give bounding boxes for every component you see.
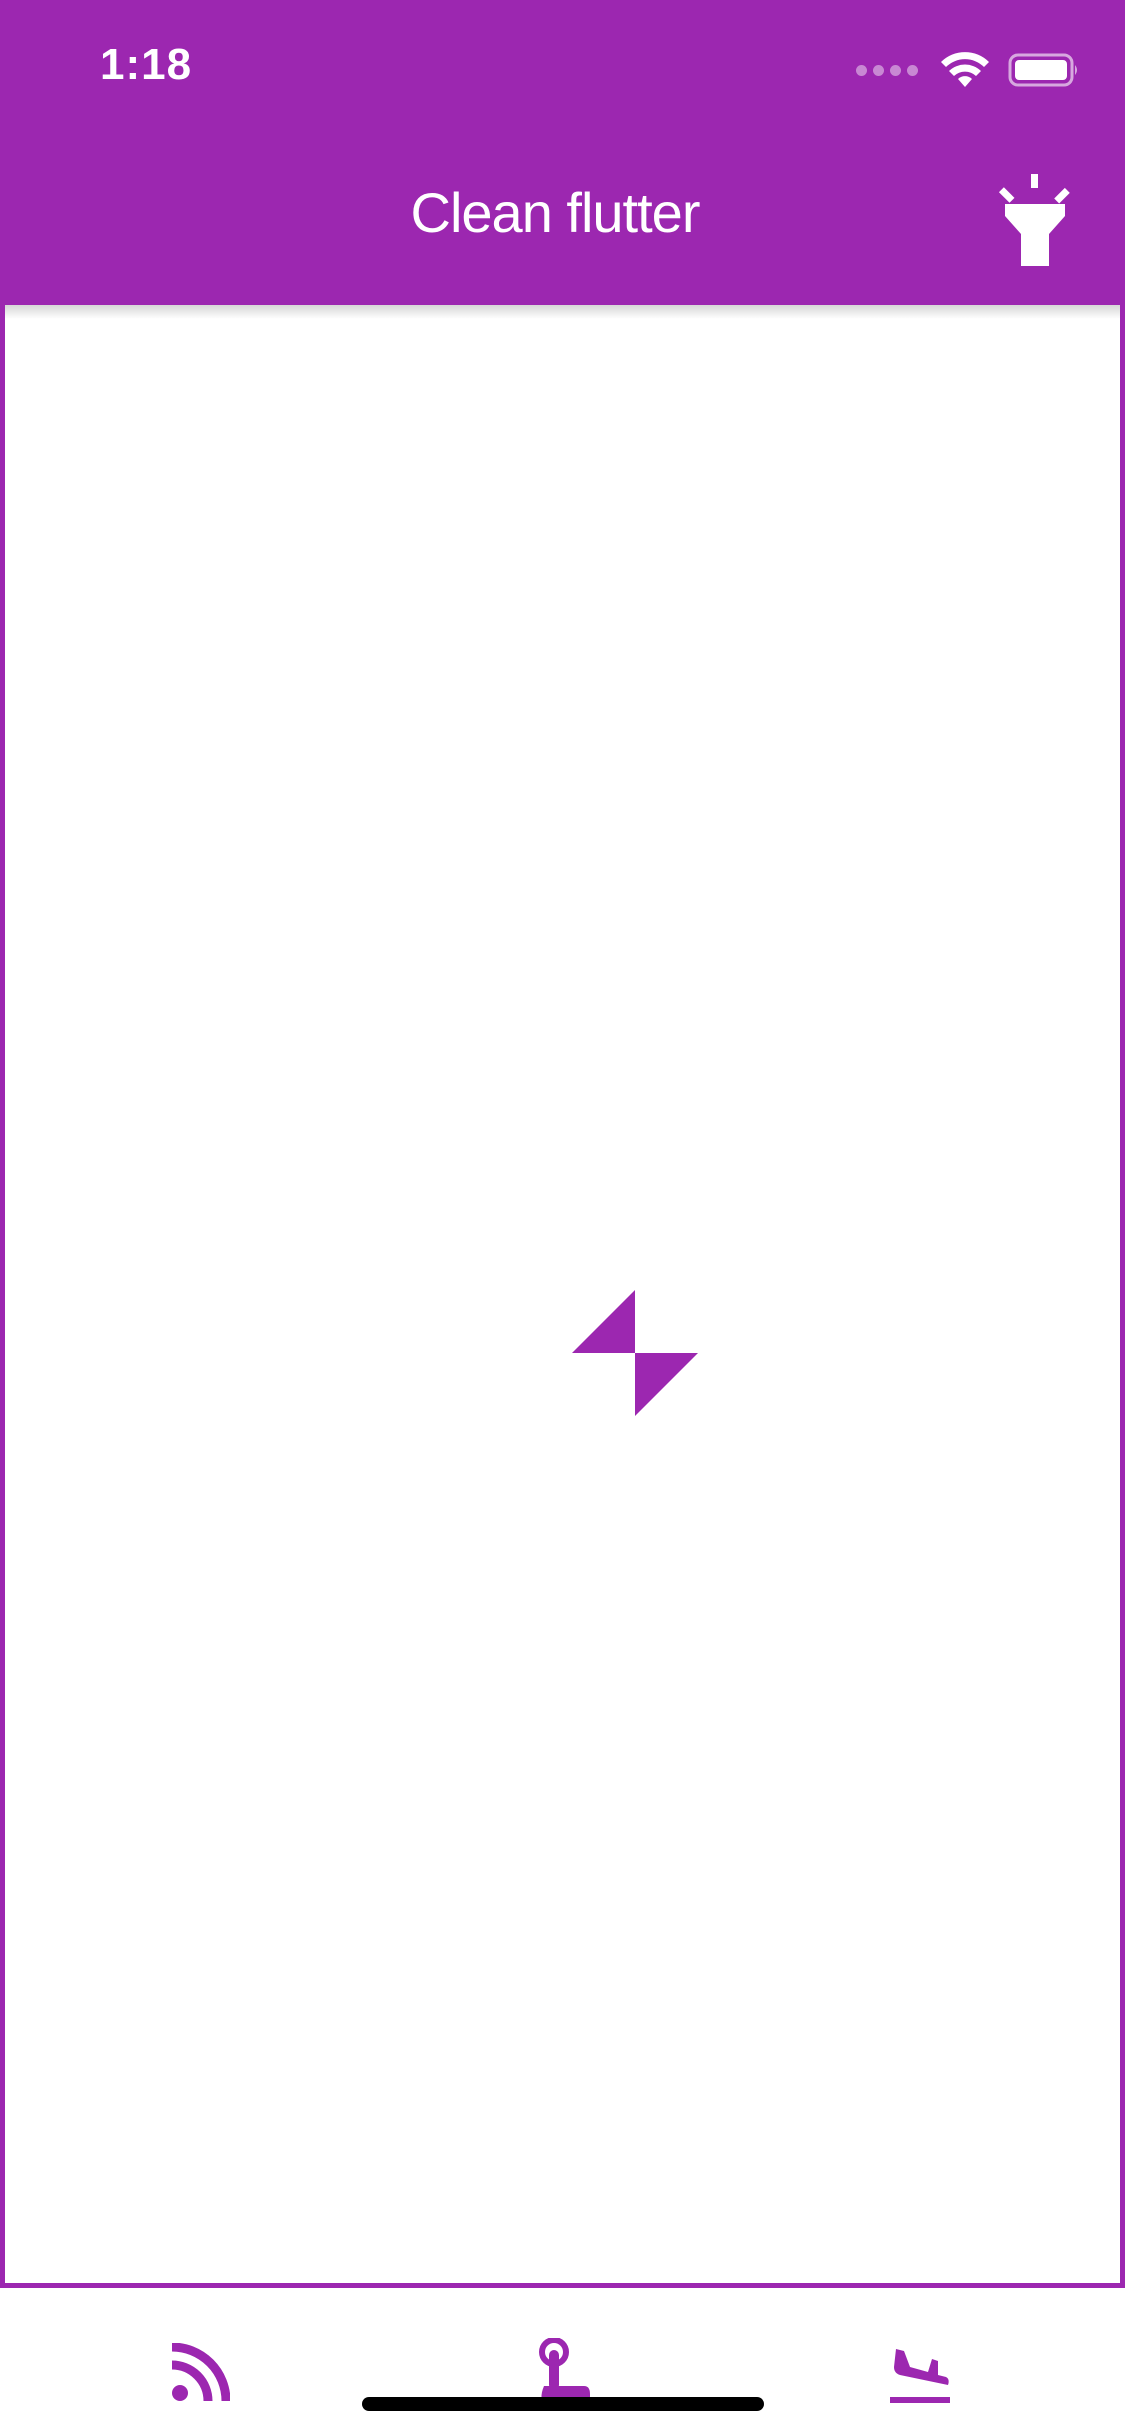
app-screen: 1:18 Clean flutter [0,0,1125,2436]
battery-icon [1008,53,1077,87]
home-indicator [362,2397,764,2411]
flight-land-icon [890,2349,950,2403]
nav-item-flight[interactable] [880,2333,960,2413]
app-title: Clean flutter [410,181,701,244]
rss-feed-icon [171,2343,230,2402]
bottom-navigation [0,2288,1125,2436]
flashlight-icon [999,174,1070,266]
hourglass-spinner-icon [572,1290,698,1416]
cellular-signal-icon [856,64,918,76]
status-icons [856,50,1080,90]
app-bar: 1:18 Clean flutter [0,0,1125,300]
flashlight-button[interactable] [990,170,1080,270]
status-time: 1:18 [100,40,193,89]
nav-item-feed[interactable] [160,2333,240,2413]
content-area [0,300,1125,2288]
wifi-icon [941,52,989,87]
